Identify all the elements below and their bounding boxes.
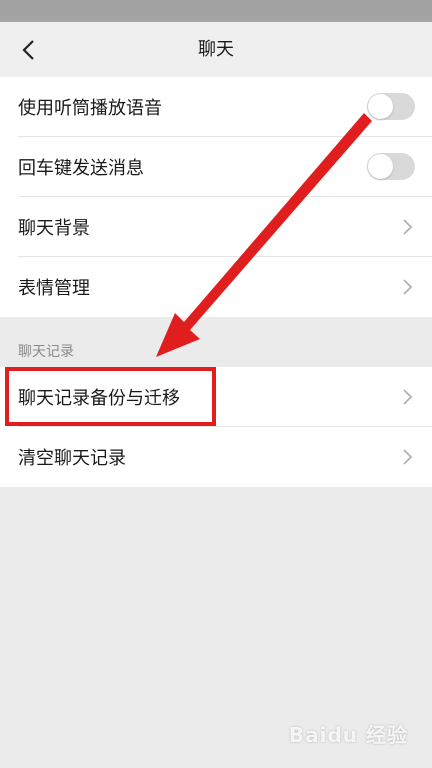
setting-row-clear-history[interactable]: 清空聊天记录 (0, 427, 432, 487)
setting-row-backup-migrate[interactable]: 聊天记录备份与迁移 (0, 367, 432, 427)
setting-label: 聊天背景 (18, 218, 90, 239)
setting-label: 表情管理 (18, 278, 90, 299)
chevron-right-icon (403, 279, 413, 295)
setting-row-sticker-management[interactable]: 表情管理 (0, 257, 432, 317)
setting-label: 清空聊天记录 (18, 448, 126, 469)
setting-row-chat-background[interactable]: 聊天背景 (0, 197, 432, 257)
settings-group: 使用听筒播放语音 回车键发送消息 聊天背景 表情管理 (0, 77, 432, 317)
nav-bar: 聊天 (0, 22, 432, 78)
chevron-right-icon (403, 219, 413, 235)
page-title: 聊天 (198, 39, 234, 60)
setting-label: 聊天记录备份与迁移 (18, 388, 180, 409)
setting-label: 使用听筒播放语音 (18, 98, 162, 119)
setting-row-enter-send: 回车键发送消息 (0, 137, 432, 197)
enter-send-toggle[interactable] (367, 153, 415, 180)
status-bar (0, 0, 432, 22)
setting-row-earpiece-voice: 使用听筒播放语音 (0, 77, 432, 137)
chevron-right-icon (403, 389, 413, 405)
toggle-knob (368, 154, 393, 179)
setting-label: 回车键发送消息 (18, 158, 144, 179)
toggle-knob (368, 94, 393, 119)
section-header-chat-history: 聊天记录 (18, 344, 74, 360)
chevron-right-icon (403, 449, 413, 465)
chat-history-group: 聊天记录备份与迁移 清空聊天记录 (0, 367, 432, 487)
watermark: Baidu 经验 (288, 723, 408, 747)
earpiece-voice-toggle[interactable] (367, 93, 415, 120)
